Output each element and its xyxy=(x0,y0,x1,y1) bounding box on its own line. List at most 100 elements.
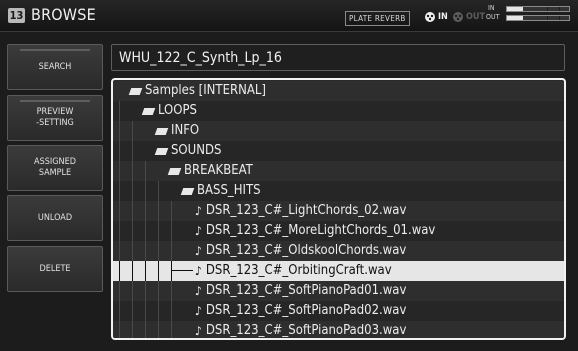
meter-in-label: IN xyxy=(488,4,495,12)
tree-guide-line xyxy=(132,201,133,221)
tree-item: BREAKBEAT xyxy=(169,161,253,181)
tree-item-label: BASS_HITS xyxy=(197,183,261,198)
tree-item: Samples [INTERNAL] xyxy=(130,81,266,101)
tree-item-label: LOOPS xyxy=(158,103,197,118)
unload-button-label: UNLOAD xyxy=(37,212,73,223)
tree-item-label: DSR_123_C#_SoftPianoPad03.wav xyxy=(205,323,407,338)
output-level-meter xyxy=(506,15,570,21)
assigned-sample-button[interactable]: ASSIGNED SAMPLE xyxy=(7,145,103,191)
unload-button[interactable]: UNLOAD xyxy=(7,195,103,241)
tree-item: ♪ DSR_123_C#_SoftPianoPad01.wav xyxy=(195,281,406,301)
tree-item: ♪ DSR_123_C#_OldskoolChords.wav xyxy=(195,241,406,261)
tree-guide-line xyxy=(158,301,159,321)
tree-item-label: SOUNDS xyxy=(171,143,222,158)
tree-guide-line xyxy=(171,261,172,281)
tree-guide-line xyxy=(132,161,133,181)
tree-guide-line xyxy=(132,321,133,338)
tree-item-label: INFO xyxy=(171,123,200,138)
track-number-badge: 13 xyxy=(8,8,25,23)
search-button-label: SEARCH xyxy=(38,61,72,72)
tree-folder-row[interactable]: BREAKBEAT xyxy=(113,161,564,181)
effect-indicator: PLATE REVERB xyxy=(345,11,410,26)
tree-item: LOOPS xyxy=(143,101,197,121)
audio-file-icon: ♪ xyxy=(195,244,202,258)
preview-setting-label-line1: PREVIEW xyxy=(36,107,74,117)
tree-guide-line xyxy=(171,201,172,221)
tree-guide-line xyxy=(132,181,133,201)
tree-guide-line xyxy=(119,181,120,201)
input-label: IN xyxy=(438,12,448,22)
tree-file-row[interactable]: ♪ DSR_123_C#_LightChords_02.wav xyxy=(113,201,564,221)
tree-item-label: Samples [INTERNAL] xyxy=(145,83,266,98)
button-cap xyxy=(20,49,90,51)
tree-guide-line xyxy=(171,241,172,261)
tree-item-label: BREAKBEAT xyxy=(184,163,253,178)
tree-item-label: DSR_123_C#_OldskoolChords.wav xyxy=(205,243,407,258)
assigned-sample-label-line2: SAMPLE xyxy=(38,168,72,178)
tree-guide-line xyxy=(145,321,146,338)
tree-guide-line xyxy=(119,101,120,121)
tree-file-row[interactable]: ♪ DSR_123_C#_OldskoolChords.wav xyxy=(113,241,564,261)
tree-guide-line xyxy=(119,261,120,281)
tree-item-label: DSR_123_C#_LightChords_02.wav xyxy=(205,203,407,218)
tree-guide-line xyxy=(119,141,120,161)
tree-guide-line xyxy=(119,221,120,241)
tree-folder-row[interactable]: LOOPS xyxy=(113,101,564,121)
audio-file-icon: ♪ xyxy=(195,324,202,338)
tree-file-row[interactable]: ♪ DSR_123_C#_SoftPianoPad02.wav xyxy=(113,301,564,321)
tree-guide-line xyxy=(145,201,146,221)
tree-file-row[interactable]: ♪ DSR_123_C#_OrbitingCraft.wav xyxy=(113,261,564,281)
tree-item-label: DSR_123_C#_OrbitingCraft.wav xyxy=(205,263,392,278)
tree-guide-line xyxy=(171,321,172,338)
meter-out-label: OUT xyxy=(486,13,500,21)
output-indicator: OUT xyxy=(452,10,485,24)
delete-button[interactable]: DELETE xyxy=(7,246,103,292)
preview-setting-label-line2: -SETTING xyxy=(36,118,74,128)
tree-guide-line xyxy=(171,281,172,301)
tree-file-row[interactable]: ♪ DSR_123_C#_SoftPianoPad03.wav xyxy=(113,321,564,338)
meter-tick xyxy=(547,7,548,11)
search-button[interactable]: SEARCH xyxy=(7,44,103,90)
tree-file-row[interactable]: ♪ DSR_123_C#_MoreLightChords_01.wav xyxy=(113,221,564,241)
tree-guide-line xyxy=(158,281,159,301)
tree-folder-row[interactable]: INFO xyxy=(113,121,564,141)
tree-guide-line xyxy=(145,241,146,261)
tree-guide-line xyxy=(119,281,120,301)
tree-guide-line xyxy=(132,221,133,241)
tree-item: SOUNDS xyxy=(156,141,221,161)
folder-icon xyxy=(143,107,154,115)
page-title: BROWSE xyxy=(31,5,96,24)
tree-guide-line xyxy=(145,261,146,281)
tree-guide-line xyxy=(158,321,159,338)
input-level-meter xyxy=(506,6,570,12)
tree-folder-row[interactable]: Samples [INTERNAL] xyxy=(113,81,564,101)
tree-guide-line xyxy=(171,221,172,241)
tree-item: ♪ DSR_123_C#_OrbitingCraft.wav xyxy=(195,261,392,281)
tree-guide-line xyxy=(145,301,146,321)
preview-setting-button[interactable]: PREVIEW -SETTING xyxy=(7,95,103,141)
folder-icon xyxy=(182,187,193,195)
tree-guide-line xyxy=(119,161,120,181)
tree-file-row[interactable]: ♪ DSR_123_C#_SoftPianoPad01.wav xyxy=(113,281,564,301)
tree-guide-line xyxy=(119,301,120,321)
tree-guide-line xyxy=(171,301,172,321)
current-path-display: WHU_122_C_Synth_Lp_16 xyxy=(111,44,565,71)
input-indicator: IN xyxy=(424,10,448,24)
tree-item: ♪ DSR_123_C#_SoftPianoPad02.wav xyxy=(195,301,406,321)
tree-item: ♪ DSR_123_C#_SoftPianoPad03.wav xyxy=(195,321,407,338)
meter-tick xyxy=(547,16,548,20)
tree-folder-row[interactable]: SOUNDS xyxy=(113,141,564,161)
tree-guide-line xyxy=(132,241,133,261)
tree-guide-line xyxy=(119,241,120,261)
assigned-sample-label-line1: ASSIGNED xyxy=(34,157,76,167)
audio-file-icon: ♪ xyxy=(195,284,202,298)
file-tree[interactable]: Samples [INTERNAL] LOOPS INFO SOUNDS BREAKBE… xyxy=(111,78,566,340)
folder-icon xyxy=(130,87,141,95)
button-cap xyxy=(20,100,90,102)
audio-file-icon: ♪ xyxy=(195,264,202,278)
tree-guide-line xyxy=(119,321,120,338)
tree-guide-line xyxy=(158,181,159,201)
tree-guide-line xyxy=(119,201,120,221)
tree-folder-row[interactable]: BASS_HITS xyxy=(113,181,564,201)
output-label: OUT xyxy=(466,12,485,22)
